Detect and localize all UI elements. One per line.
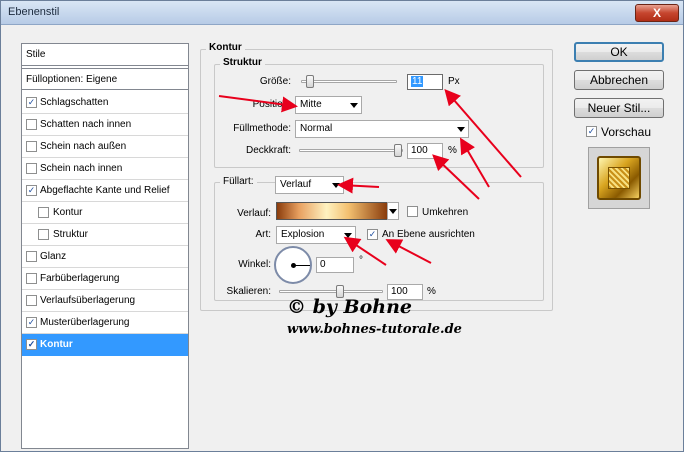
arrow-to-size xyxy=(444,88,522,178)
annotation-arrows xyxy=(218,88,522,266)
arrow-to-position xyxy=(218,95,298,113)
arrow-to-opacity xyxy=(432,154,480,200)
layer-style-dialog: Ebenenstil X Stile Fülloptionen: Eigene … xyxy=(0,0,684,452)
arrow-to-blend-mode xyxy=(459,137,490,188)
arrow-to-fill-type xyxy=(337,177,380,194)
arrow-to-style xyxy=(343,236,387,266)
arrow-to-align xyxy=(385,239,432,264)
